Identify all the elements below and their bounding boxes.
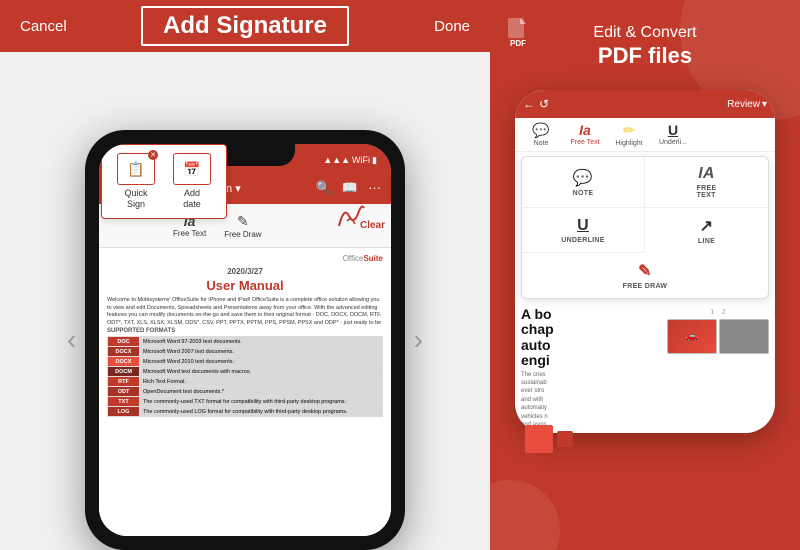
thumb-2[interactable]: [719, 319, 769, 354]
underline-icon: U: [668, 122, 678, 138]
phone-screen: 9:53 ▲▲▲ WiFi ▮ ← ↺: [99, 144, 391, 536]
free-draw-label: Free Draw: [224, 230, 261, 239]
add-date-icon-box: 📅: [173, 153, 211, 185]
document-date: 2020/3/27: [107, 267, 383, 276]
toolbar-icons: 🔍 📖 ···: [316, 180, 381, 196]
document-title: User Manual: [107, 278, 383, 293]
pdf-icon: PDF: [506, 18, 530, 52]
rp-toolbar-left: ← ↺: [523, 97, 549, 111]
rp-review-button[interactable]: Review ▾: [727, 99, 767, 110]
rp-doc-content: A bochapautoengi The criessustainabever …: [515, 303, 775, 433]
dd-free-text-label: FREETEXT: [697, 185, 717, 199]
right-phone-outer: ← ↺ Review ▾ 💬 Note Ia: [515, 90, 775, 433]
rp-refresh-icon[interactable]: ↺: [539, 97, 549, 111]
rp-free-text-tool[interactable]: Ia Free Text: [563, 122, 607, 147]
highlight-label: Highlight: [615, 140, 642, 147]
page-numbers: 1 2: [667, 309, 769, 316]
table-row: DOCMicrosoft Word 97-2003 text documents…: [108, 337, 383, 347]
red-square-2: [557, 431, 573, 447]
add-date-label: Adddate: [183, 188, 201, 210]
done-button[interactable]: Done: [434, 18, 470, 35]
logo-row: OfficeSuite: [107, 254, 383, 263]
rp-dropdown-arrow: ▾: [762, 99, 767, 110]
app-logo: OfficeSuite: [343, 254, 383, 263]
note-icon: 💬: [532, 122, 549, 139]
page-title: Add Signature: [141, 6, 349, 46]
formats-table: DOCMicrosoft Word 97-2003 text documents…: [107, 336, 383, 417]
dd-free-draw-icon: ✎: [638, 261, 652, 281]
add-date-item[interactable]: 📅 Adddate: [166, 153, 218, 210]
rp-doc-text: A bochapautoengi The criessustainabever …: [521, 307, 663, 429]
quick-sign-popup[interactable]: 📋 ✕ QuickSign 📅 Adddate: [101, 144, 227, 219]
dd-line-icon: ↗: [700, 216, 714, 236]
rp-dd-note[interactable]: 💬 NOTE: [522, 157, 645, 208]
red-square-1: [525, 425, 553, 453]
rp-doc-subtext: The criessustainabever stroand with auto…: [521, 371, 663, 430]
rp-annotation-bar: 💬 Note Ia Free Text ✏ Highlight U Underl…: [515, 118, 775, 152]
signature-area[interactable]: Place your signature or initials 9:53 ▲▲…: [0, 52, 490, 550]
rp-note-tool[interactable]: 💬 Note: [519, 122, 563, 147]
left-nav-arrow[interactable]: ‹: [67, 324, 76, 356]
book-icon[interactable]: 📖: [342, 180, 358, 196]
free-text-ann-label: Free Text: [570, 139, 599, 146]
dd-note-label: NOTE: [573, 190, 594, 197]
rp-back-icon[interactable]: ←: [523, 97, 535, 111]
dd-free-text-icon: Ia: [698, 165, 715, 183]
free-draw-tool[interactable]: ✎ Free Draw: [224, 213, 261, 239]
quick-sign-label: QuickSign: [124, 188, 147, 210]
right-nav-arrow[interactable]: ›: [414, 324, 423, 356]
svg-text:PDF: PDF: [510, 39, 526, 46]
cancel-button[interactable]: Cancel: [20, 18, 67, 35]
rp-dd-underline[interactable]: U UNDERLINE: [522, 208, 645, 253]
rp-highlight-tool[interactable]: ✏ Highlight: [607, 122, 651, 147]
red-deco: [525, 425, 573, 453]
quick-sign-item[interactable]: 📋 ✕ QuickSign: [110, 153, 162, 210]
free-text-label: Free Text: [173, 229, 206, 238]
phone-signal-icons: ▲▲▲ WiFi ▮: [323, 155, 377, 166]
thumbnails: 🚗: [667, 319, 769, 354]
rp-dd-free-text[interactable]: Ia FREETEXT: [645, 157, 768, 208]
dd-underline-icon: U: [577, 217, 589, 235]
rp-doc-heading: A bochapautoengi: [521, 307, 663, 369]
dd-line-label: LINE: [698, 238, 715, 245]
right-phone-screen: ← ↺ Review ▾ 💬 Note Ia: [515, 90, 775, 433]
table-row: TXTThe commonly-used TXT format for comp…: [108, 397, 383, 407]
table-row: LOGThe commonly-used LOG format for comp…: [108, 407, 383, 417]
rp-dd-line[interactable]: ↗ LINE: [645, 208, 768, 253]
dd-free-draw-label: FREE DRAW: [623, 283, 668, 290]
thumb-1[interactable]: 🚗: [667, 319, 717, 354]
dd-underline-label: UNDERLINE: [561, 237, 605, 244]
note-label: Note: [534, 140, 549, 147]
supported-formats-label: SUPPORTED FORMATS: [107, 328, 383, 334]
table-row: DOCXMicrosoft Word 2010 text documents.: [108, 357, 383, 367]
calendar-icon: 📅: [183, 161, 200, 178]
x-badge: ✕: [148, 150, 158, 160]
rp-dd-free-draw[interactable]: ✎ FREE DRAW: [522, 253, 768, 298]
free-text-ann-icon: Ia: [579, 122, 591, 138]
search-icon[interactable]: 🔍: [316, 180, 332, 196]
header-bar: Cancel Add Signature Done: [0, 0, 490, 52]
table-row: DOCXMicrosoft Word 2007 text documents.: [108, 347, 383, 357]
rp-dropdown-menu[interactable]: 💬 NOTE Ia FREETEXT U UNDERLINE ↗ LINE: [521, 156, 769, 299]
table-row: RTFRich Text Format.: [108, 377, 383, 387]
dd-note-icon: 💬: [573, 168, 593, 188]
signature-icon: 📋: [127, 161, 144, 178]
highlight-icon: ✏: [623, 122, 635, 139]
table-row: ODTOpenDocument text documents.*: [108, 387, 383, 397]
right-phone-mockup: ← ↺ Review ▾ 💬 Note Ia: [515, 90, 775, 433]
thumbnail-area: 1 2 🚗: [667, 309, 769, 429]
document-intro: Welcome to Mobisystems' OfficeSuite for …: [107, 297, 383, 325]
underline-label: Underli...: [659, 139, 687, 146]
document-content: OfficeSuite 2020/3/27 User Manual Welcom…: [99, 248, 391, 536]
more-icon[interactable]: ···: [368, 180, 381, 196]
rp-toolbar: ← ↺ Review ▾: [515, 90, 775, 118]
right-panel: PDF Edit & Convert PDF files ← ↺ Review …: [490, 0, 800, 550]
free-draw-icon: ✎: [237, 213, 249, 230]
deco-circle-2: [490, 480, 560, 550]
rp-underline-tool[interactable]: U Underli...: [651, 122, 695, 147]
table-row: DOCMMicrosoft Word text documents with m…: [108, 367, 383, 377]
left-panel: Cancel Add Signature Done Place your sig…: [0, 0, 490, 550]
phone-mockup: 9:53 ▲▲▲ WiFi ▮ ← ↺: [85, 130, 405, 550]
quick-sign-icon-box: 📋 ✕: [117, 153, 155, 185]
